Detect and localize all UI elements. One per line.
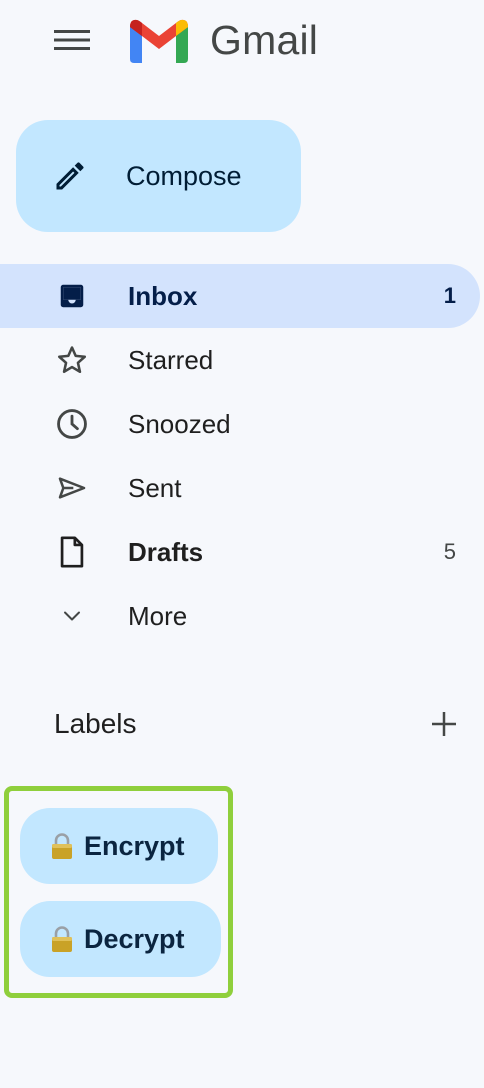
- compose-label: Compose: [126, 160, 242, 191]
- label-name: Decrypt: [84, 923, 185, 954]
- chevron-down-icon: [54, 598, 90, 634]
- sidebar-item-starred[interactable]: Starred: [0, 328, 480, 392]
- unread-count-badge: 1: [443, 283, 456, 308]
- sidebar-item-label: Inbox: [128, 280, 198, 311]
- clock-icon: [54, 406, 90, 442]
- sidebar-item-label: Starred: [128, 344, 214, 375]
- highlighted-labels-group: Encrypt Decrypt: [4, 786, 233, 998]
- sidebar-item-label: Sent: [128, 472, 182, 503]
- sidebar-item-sent[interactable]: Sent: [0, 456, 480, 520]
- sidebar-nav: Inbox 1 Starred Snoozed Sent Drafts 5 Mo…: [0, 264, 484, 648]
- send-icon: [54, 470, 90, 506]
- sidebar-item-label: More: [128, 600, 188, 631]
- labels-title: Labels: [54, 708, 137, 739]
- labels-section-header: Labels: [54, 700, 464, 748]
- label-encrypt[interactable]: Encrypt: [20, 808, 218, 884]
- plus-icon: [432, 712, 456, 736]
- pencil-icon: [56, 162, 84, 190]
- gmail-logo[interactable]: Gmail: [128, 16, 318, 64]
- label-name: Encrypt: [84, 830, 185, 861]
- sidebar-item-drafts[interactable]: Drafts 5: [0, 520, 480, 584]
- lock-icon: [50, 832, 74, 860]
- compose-button[interactable]: Compose: [16, 120, 301, 232]
- drafts-count: 5: [443, 539, 456, 564]
- lock-icon: [50, 925, 74, 953]
- app-header: Gmail: [0, 0, 484, 84]
- hamburger-menu-icon: [54, 30, 90, 50]
- sidebar-item-label: Snoozed: [128, 408, 231, 439]
- sidebar-item-snoozed[interactable]: Snoozed: [0, 392, 480, 456]
- sidebar-item-more[interactable]: More: [0, 584, 480, 648]
- star-icon: [54, 342, 90, 378]
- inbox-icon: [54, 278, 90, 314]
- app-name: Gmail: [210, 17, 319, 63]
- gmail-m-logo-icon: [130, 19, 188, 63]
- sidebar-item-inbox[interactable]: Inbox 1: [0, 264, 480, 328]
- main-menu-button[interactable]: [44, 12, 100, 68]
- sidebar-item-label: Drafts: [128, 536, 204, 567]
- create-label-button[interactable]: [424, 704, 464, 744]
- label-decrypt[interactable]: Decrypt: [20, 901, 221, 977]
- draft-icon: [54, 534, 90, 570]
